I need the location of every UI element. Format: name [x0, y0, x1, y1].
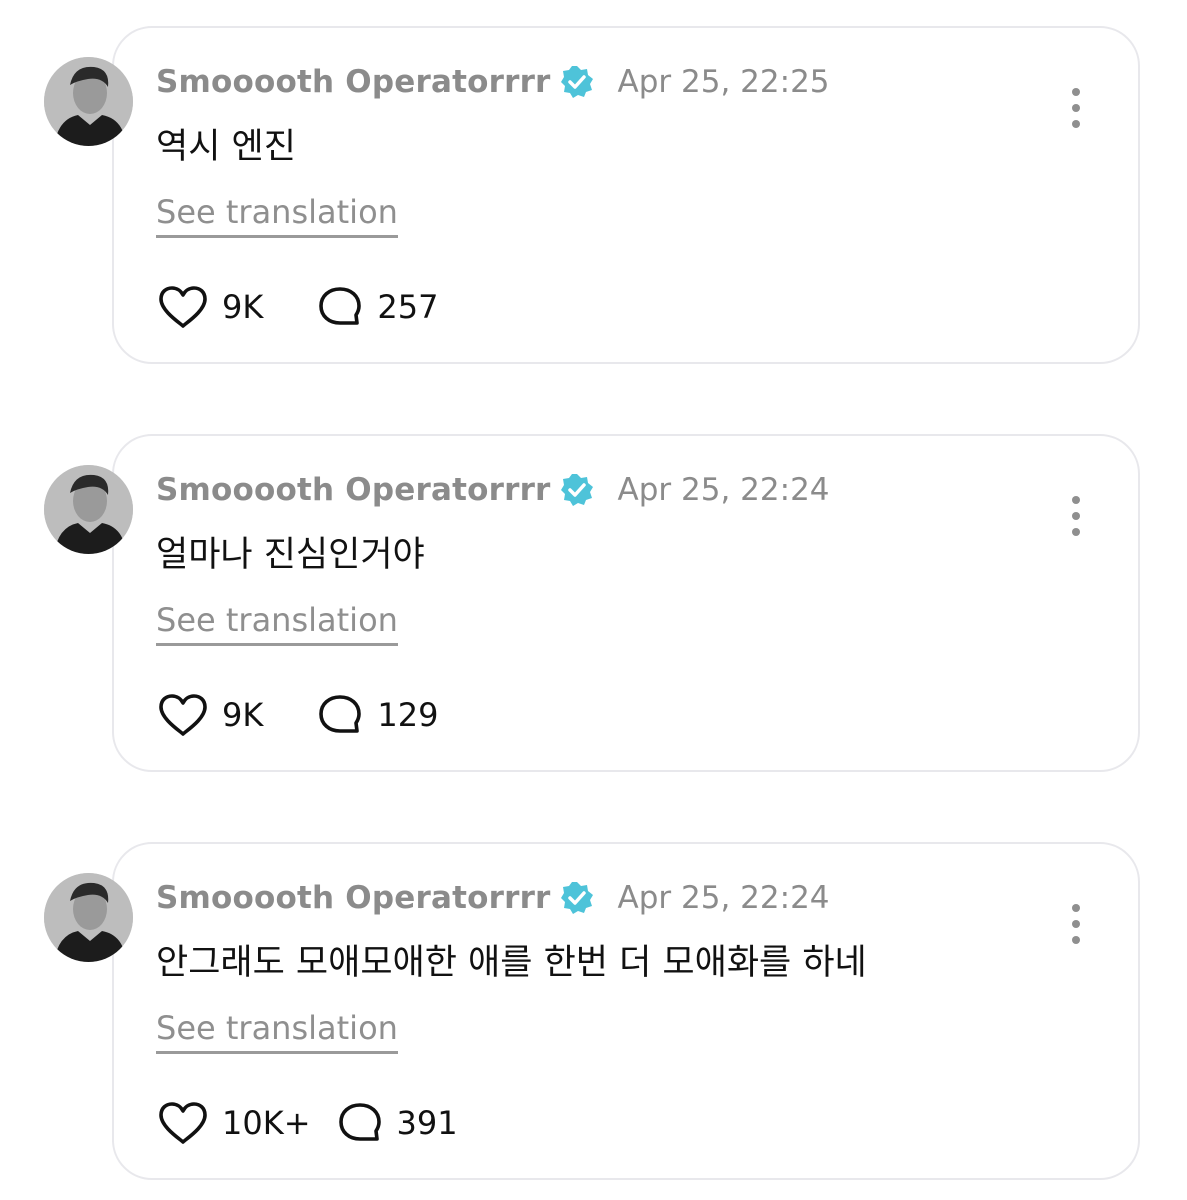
verified-badge-icon [560, 881, 594, 915]
like-button[interactable]: 10K+ [158, 1101, 311, 1145]
post-actions: 9K 129 [158, 690, 438, 740]
timestamp: Apr 25, 22:24 [617, 472, 830, 508]
timestamp: Apr 25, 22:25 [617, 64, 830, 100]
post-card: Smooooth Operatorrrr Apr 25, 22:24 얼마나 진… [0, 434, 1187, 774]
see-translation-link[interactable]: See translation [156, 1009, 398, 1054]
reply-bubble-icon [338, 1103, 381, 1141]
avatar[interactable] [44, 873, 133, 962]
heart-icon [159, 1102, 207, 1144]
reply-count: 129 [377, 696, 439, 734]
heart-icon [159, 694, 207, 736]
post-text: 얼마나 진심인거야 [156, 535, 425, 575]
post-actions: 9K 257 [158, 282, 438, 332]
post-text: 안그래도 모애모애한 애를 한번 더 모애화를 하네 [156, 943, 867, 983]
post-actions: 10K+ 391 [158, 1098, 458, 1148]
reply-count: 391 [396, 1104, 458, 1142]
more-options-icon[interactable] [1064, 904, 1088, 944]
reply-count: 257 [377, 288, 439, 326]
post-text: 역시 엔진 [156, 127, 296, 167]
reply-bubble-icon [319, 695, 362, 733]
username[interactable]: Smooooth Operatorrrr [156, 64, 551, 100]
like-count: 9K [222, 288, 264, 326]
more-options-icon[interactable] [1064, 496, 1088, 536]
reply-button[interactable]: 257 [317, 285, 438, 329]
more-options-icon[interactable] [1064, 88, 1088, 128]
username[interactable]: Smooooth Operatorrrr [156, 880, 551, 916]
heart-icon [159, 286, 207, 328]
verified-badge-icon [560, 65, 594, 99]
like-count: 10K+ [222, 1104, 311, 1142]
avatar[interactable] [44, 465, 133, 554]
verified-badge-icon [560, 473, 594, 507]
like-button[interactable]: 9K [158, 285, 263, 329]
like-button[interactable]: 9K [158, 693, 263, 737]
avatar[interactable] [44, 57, 133, 146]
see-translation-link[interactable]: See translation [156, 193, 398, 238]
username[interactable]: Smooooth Operatorrrr [156, 472, 551, 508]
like-count: 9K [222, 696, 264, 734]
post-header: Smooooth Operatorrrr Apr 25, 22:24 [156, 468, 830, 512]
timestamp: Apr 25, 22:24 [617, 880, 830, 916]
post-header: Smooooth Operatorrrr Apr 25, 22:25 [156, 60, 830, 104]
post-header: Smooooth Operatorrrr Apr 25, 22:24 [156, 876, 830, 920]
reply-button[interactable]: 129 [317, 693, 438, 737]
post-card: Smooooth Operatorrrr Apr 25, 22:24 안그래도 … [0, 842, 1187, 1182]
reply-bubble-icon [319, 287, 362, 325]
see-translation-link[interactable]: See translation [156, 601, 398, 646]
reply-button[interactable]: 391 [337, 1101, 458, 1145]
post-card: Smooooth Operatorrrr Apr 25, 22:25 역시 엔진… [0, 26, 1187, 366]
